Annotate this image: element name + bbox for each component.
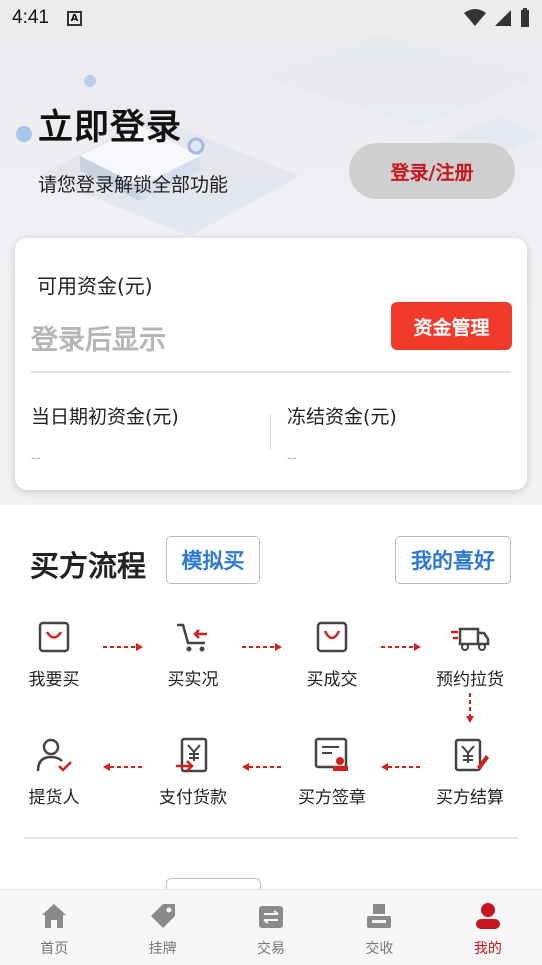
tab-listing[interactable]: 挂牌 [108, 890, 216, 965]
section-divider [24, 837, 518, 839]
step-pay-goods[interactable]: 支付货款 [133, 735, 253, 808]
frozen-funds-label: 冻结资金(元) [287, 406, 397, 428]
tab-label: 交易 [257, 941, 286, 957]
tab-label: 挂牌 [148, 941, 177, 957]
fund-column-separator [270, 414, 271, 450]
exchange-icon [259, 906, 284, 928]
opening-funds-value: -- [31, 451, 41, 466]
shopping-bag-icon [38, 621, 70, 653]
opening-funds: 当日期初资金(元) -- [31, 402, 179, 466]
buyer-flow-section: 买方流程 模拟买 我的喜好 我要买 买实况 买成交 预约拉货 买方结算 买方签章… [0, 505, 542, 889]
login-title: 立即登录 [38, 108, 183, 148]
step-label: 支付货款 [159, 788, 227, 808]
dashed-arrow-down [466, 693, 474, 723]
login-subtitle: 请您登录解锁全部功能 [38, 174, 229, 196]
tab-delivery[interactable]: 交收 [325, 890, 433, 965]
fund-management-button[interactable]: 资金管理 [391, 302, 512, 350]
step-buy-status[interactable]: 买实况 [133, 617, 253, 690]
tab-label: 交收 [365, 941, 394, 957]
step-want-to-buy[interactable]: 我要买 [0, 617, 114, 690]
simulate-buy-button[interactable]: 模拟买 [166, 536, 260, 584]
seal-document-icon [314, 737, 348, 771]
step-buy-deal[interactable]: 买成交 [272, 617, 392, 690]
home-icon [42, 904, 67, 928]
step-book-pickup[interactable]: 预约拉货 [410, 617, 530, 690]
opening-funds-label: 当日期初资金(元) [31, 406, 179, 428]
tag-icon [150, 904, 175, 928]
step-label: 买成交 [306, 670, 358, 690]
status-time: 4:41 [12, 7, 49, 28]
battery-icon [521, 8, 529, 27]
user-icon [475, 903, 500, 929]
shopping-bag-icon [316, 621, 348, 653]
frozen-funds: 冻结资金(元) -- [287, 402, 397, 466]
signal-icon [495, 10, 511, 26]
available-funds-value: 登录后显示 [31, 325, 166, 356]
step-label: 买方签章 [298, 788, 366, 808]
truck-icon [451, 627, 490, 651]
section-title: 买方流程 [30, 549, 147, 583]
tab-label: 首页 [40, 941, 69, 957]
wifi-icon [464, 9, 486, 26]
tab-home[interactable]: 首页 [0, 890, 108, 965]
payment-icon [176, 737, 208, 773]
status-bar: 4:41 A [0, 0, 542, 36]
cart-arrow-icon [177, 623, 207, 652]
settlement-icon [454, 738, 489, 772]
tab-mine[interactable]: 我的 [434, 890, 542, 965]
step-buyer-seal[interactable]: 买方签章 [272, 735, 392, 808]
tab-trade[interactable]: 交易 [217, 890, 325, 965]
next-section-button[interactable] [166, 878, 261, 889]
step-buyer-settlement[interactable]: 买方结算 [410, 735, 530, 808]
step-label: 我要买 [28, 670, 80, 690]
step-label: 买方结算 [436, 788, 504, 808]
bottom-tab-bar: 首页 挂牌 交易 交收 我的 [0, 889, 542, 965]
step-pickup-person[interactable]: 提货人 [0, 735, 114, 808]
login-register-button[interactable]: 登录/注册 [349, 143, 515, 199]
step-label: 预约拉货 [436, 670, 504, 690]
step-label: 提货人 [28, 788, 80, 808]
fund-divider [31, 371, 511, 373]
frozen-funds-value: -- [287, 451, 297, 466]
tab-label: 我的 [473, 941, 502, 957]
my-favorites-button[interactable]: 我的喜好 [395, 536, 511, 584]
fund-card: 可用资金(元) 登录后显示 资金管理 当日期初资金(元) -- 冻结资金(元) … [15, 238, 527, 490]
notification-a-icon: A [66, 10, 82, 26]
person-check-icon [36, 738, 72, 772]
step-label: 买实况 [167, 670, 219, 690]
available-funds-label: 可用资金(元) [37, 274, 153, 298]
delivery-icon [367, 904, 392, 928]
